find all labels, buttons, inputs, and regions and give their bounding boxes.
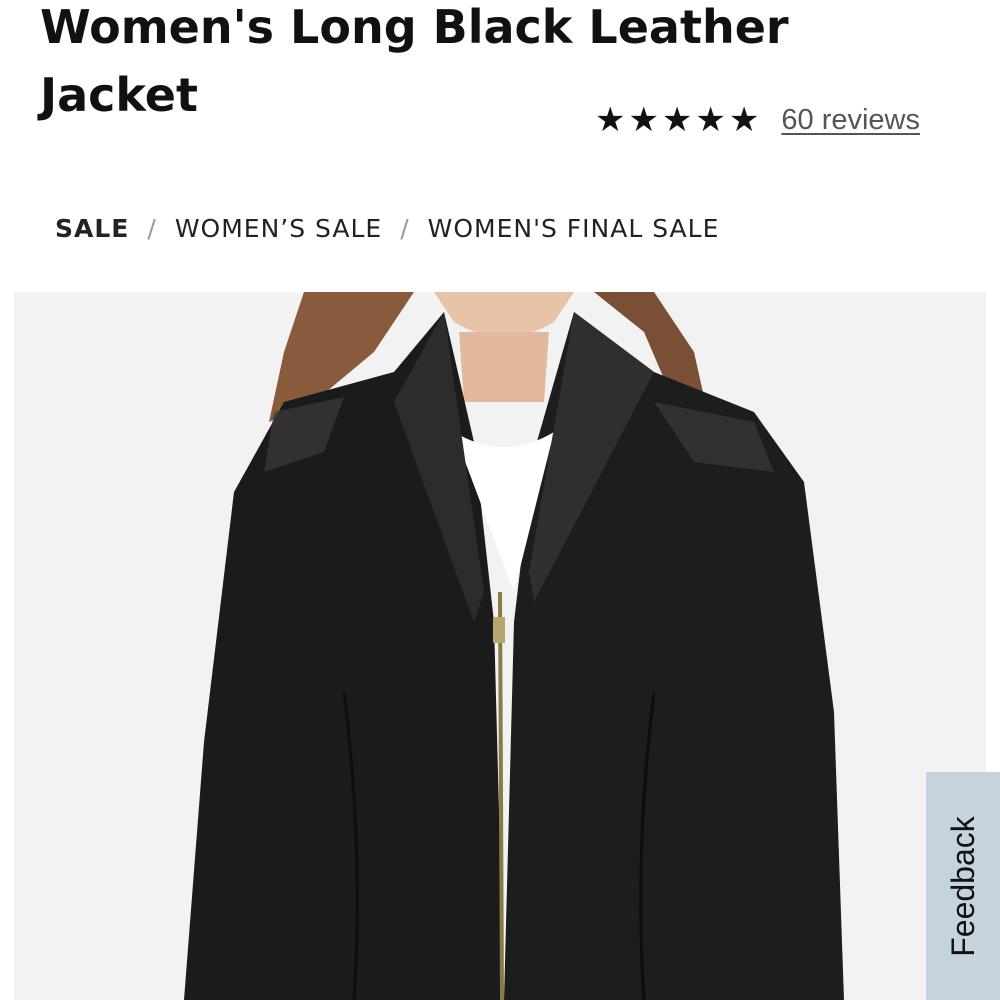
breadcrumb-womens-sale[interactable]: WOMEN’S SALE xyxy=(175,214,382,243)
feedback-tab[interactable]: Feedback xyxy=(926,772,1000,1000)
product-image[interactable] xyxy=(14,292,986,1000)
star-icon: ★ xyxy=(728,100,760,140)
breadcrumb-womens-final-sale[interactable]: WOMEN'S FINAL SALE xyxy=(428,214,720,243)
breadcrumb-separator: / xyxy=(147,214,157,243)
rating-row: ★ ★ ★ ★ ★ 60 reviews xyxy=(595,100,920,140)
product-page: Women's Long Black Leather Jacket ★ ★ ★ … xyxy=(0,0,1000,1000)
star-icon: ★ xyxy=(695,100,726,140)
feedback-label: Feedback xyxy=(944,815,981,957)
breadcrumb-separator: / xyxy=(400,214,410,243)
reviews-link[interactable]: 60 reviews xyxy=(781,104,920,137)
star-icon: ★ xyxy=(628,100,659,140)
breadcrumb-sale[interactable]: SALE xyxy=(55,214,129,243)
star-rating: ★ ★ ★ ★ ★ xyxy=(595,100,759,140)
star-icon: ★ xyxy=(661,100,693,140)
breadcrumb: SALE / WOMEN’S SALE / WOMEN'S FINAL SALE xyxy=(55,214,719,243)
leather-jacket-photo xyxy=(14,292,986,1000)
star-icon: ★ xyxy=(594,100,626,140)
